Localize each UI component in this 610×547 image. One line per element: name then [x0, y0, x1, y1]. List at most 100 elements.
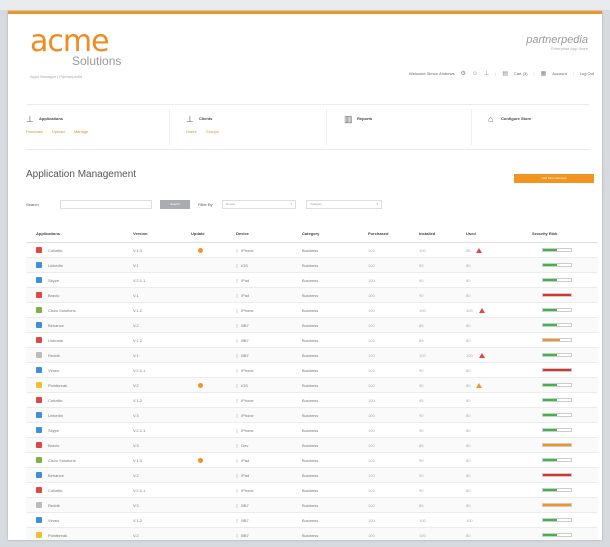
table-row[interactable]: Cobaltic V.1.0 ▯ iPhone Business 100 100 85 [26, 243, 598, 258]
table-row[interactable]: LinkedIn V.1 ▯ iOS Business 100 95 80 [26, 258, 598, 273]
table-row[interactable]: Cisco Solutions V.1.0 ▯ iPad Business 100 90 80 [26, 453, 598, 468]
table-row[interactable]: Vimeo V.1.2 ▯ BB7 Business 100 100 100 [26, 513, 598, 528]
app-name[interactable]: Cobaltic [48, 488, 62, 493]
search-button[interactable]: Search [160, 200, 190, 209]
update-available-icon[interactable] [198, 382, 203, 388]
device-select[interactable]: Device ▾ [222, 200, 296, 209]
partner-logo: partnerpedia [526, 34, 588, 46]
col-update[interactable]: Update [191, 224, 205, 242]
logo-wordmark: acme [30, 24, 110, 59]
search-label: Search [26, 202, 39, 207]
security-risk-fill [543, 294, 571, 296]
table-row[interactable]: Cobaltic V.2.1.1 ▯ iPhone Business 100 90 80 [26, 483, 598, 498]
app-icon [36, 337, 42, 343]
app-name[interactable]: Skype [48, 278, 59, 283]
app-name[interactable]: LinkedIn [48, 263, 63, 268]
nav-clients[interactable]: ⊥ Clients Users Groups [186, 111, 326, 145]
nav-configure-store[interactable]: ⌂ Configure Store [488, 111, 602, 145]
table-row[interactable]: Skype V.2.1.1 ▯ iPhone Business 100 90 80 [26, 423, 598, 438]
col-device[interactable]: Device [236, 224, 249, 242]
table-row[interactable]: Cisco Solutions V.1.2 ▯ iPhone Business 100 10… [26, 303, 598, 318]
table-row[interactable]: Behance V.2 ▯ iPad Business 100 90 80 [26, 468, 598, 483]
cart-link[interactable]: Cart (3) [514, 71, 528, 76]
table-row[interactable]: Pointbreak V.2 ▯ iOS Business 100 90 80 [26, 378, 598, 393]
table-row[interactable]: Lisbonia V.1.2 ▯ BB7 Business 100 85 80 [26, 333, 598, 348]
nav-sub-users[interactable]: Users [186, 129, 196, 134]
update-available-icon[interactable] [198, 457, 203, 463]
category-cell: Business [302, 247, 319, 253]
app-name[interactable]: LinkedIn [48, 413, 63, 418]
device-icon: ▯ [236, 427, 239, 433]
app-name[interactable]: Behance [48, 473, 64, 478]
nav-sub-purchase[interactable]: Purchase [26, 129, 43, 134]
purchased-cell: 100 [368, 427, 375, 433]
warning-icon [476, 247, 483, 253]
logo-tagline: Apps Manager | Partnerpedia [30, 74, 83, 79]
used-cell: 80 [466, 273, 470, 287]
add-licenses-button[interactable]: Add New Licenses [514, 174, 594, 183]
app-name[interactable]: Cobaltic [48, 398, 62, 403]
acme-logo[interactable]: acme Solutions Apps Manager | Partnerped… [30, 24, 121, 80]
table-row[interactable]: Vimeo V.2.1.1 ▯ iPhone Business 100 90 80 [26, 363, 598, 378]
app-cell: Cobaltic [36, 393, 62, 407]
col-category[interactable]: Category [302, 224, 319, 242]
category-select[interactable]: Category ▾ [306, 200, 382, 209]
used-value: 80 [466, 292, 471, 298]
account-link[interactable]: Account [552, 71, 566, 76]
app-name[interactable]: Bravio [48, 443, 59, 448]
security-risk-fill [543, 474, 571, 476]
app-name[interactable]: Vimeo [48, 368, 59, 373]
settings-icon[interactable]: ⚙ [461, 70, 466, 77]
table-row[interactable]: LinkedIn V.3 ▯ iPhone Business 100 90 80 [26, 408, 598, 423]
logout-link[interactable]: Log Out [580, 71, 594, 76]
table-row[interactable]: Reddit V.3 ▯ BB7 Business 100 85 80 [26, 498, 598, 513]
app-name[interactable]: Reddit [48, 353, 60, 358]
nav-sub-groups[interactable]: Groups [206, 129, 219, 134]
nav-sub-upload[interactable]: Upload [52, 129, 65, 134]
app-name[interactable]: Vimeo [48, 518, 59, 523]
app-name[interactable]: Pointbreak [48, 383, 67, 388]
table-row[interactable]: Reddit V.1 ▯ BB7 Business 100 100 100 [26, 348, 598, 363]
security-risk-fill [543, 324, 557, 326]
device-icon: ▯ [236, 487, 239, 493]
app-name[interactable]: Reddit [48, 503, 60, 508]
table-row[interactable]: Behance V.2 ▯ BB7 Business 100 85 80 [26, 318, 598, 333]
app-cell: LinkedIn [36, 258, 63, 272]
table-row[interactable]: Pointbreak V.2 ▯ BB7 Business 100 100 80 [26, 528, 598, 540]
device-icon: ▯ [236, 502, 239, 508]
col-applications[interactable]: Applications [36, 224, 60, 242]
nav-reports[interactable]: ▥ Reports [344, 111, 484, 145]
search-input[interactable] [60, 200, 152, 209]
table-row[interactable]: Bravio V.1 ▯ iPad Business 100 90 80 [26, 288, 598, 303]
app-name[interactable]: Cisco Solutions [48, 458, 76, 463]
app-icon [36, 517, 42, 523]
security-risk-fill [543, 504, 571, 506]
used-value: 80 [466, 442, 471, 448]
users-icon[interactable]: ☺ [472, 71, 478, 77]
app-name[interactable]: Pointbreak [48, 533, 67, 538]
col-purchased[interactable]: Purchased [368, 224, 388, 242]
nav-applications[interactable]: ⊥ Applications Purchase Upload Manage [26, 111, 166, 145]
table-row[interactable]: Cobaltic V.1.2 ▯ iPhone Business 100 95 80 [26, 393, 598, 408]
chevron-down-icon: ▾ [290, 202, 292, 206]
table-row[interactable]: Skype V.2.1.1 ▯ iPad Business 100 90 80 [26, 273, 598, 288]
update-available-icon[interactable] [198, 247, 203, 253]
app-name[interactable]: Bravio [48, 293, 59, 298]
app-name[interactable]: Cobaltic [48, 248, 62, 253]
profile-icon[interactable]: ⊥ [484, 70, 489, 77]
version-cell: V.1.2 [133, 397, 142, 403]
col-used[interactable]: Used [466, 224, 476, 242]
app-name[interactable]: Behance [48, 323, 64, 328]
col-installed[interactable]: Installed [419, 224, 435, 242]
app-name[interactable]: Lisbonia [48, 338, 63, 343]
col-security-risk[interactable]: Security Risk [532, 224, 557, 242]
app-name[interactable]: Cisco Solutions [48, 308, 76, 313]
security-risk-fill [543, 279, 557, 281]
table-row[interactable]: Bravio V.3 ▯ Dev Business 100 85 80 [26, 438, 598, 453]
table-header: Applications Version Update Device Categ… [26, 224, 598, 243]
installed-cell: 90 [419, 412, 424, 418]
app-name[interactable]: Skype [48, 428, 59, 433]
col-version[interactable]: Version [133, 224, 147, 242]
nav-sub-manage[interactable]: Manage [74, 129, 88, 134]
browser-top-strip [0, 0, 610, 10]
